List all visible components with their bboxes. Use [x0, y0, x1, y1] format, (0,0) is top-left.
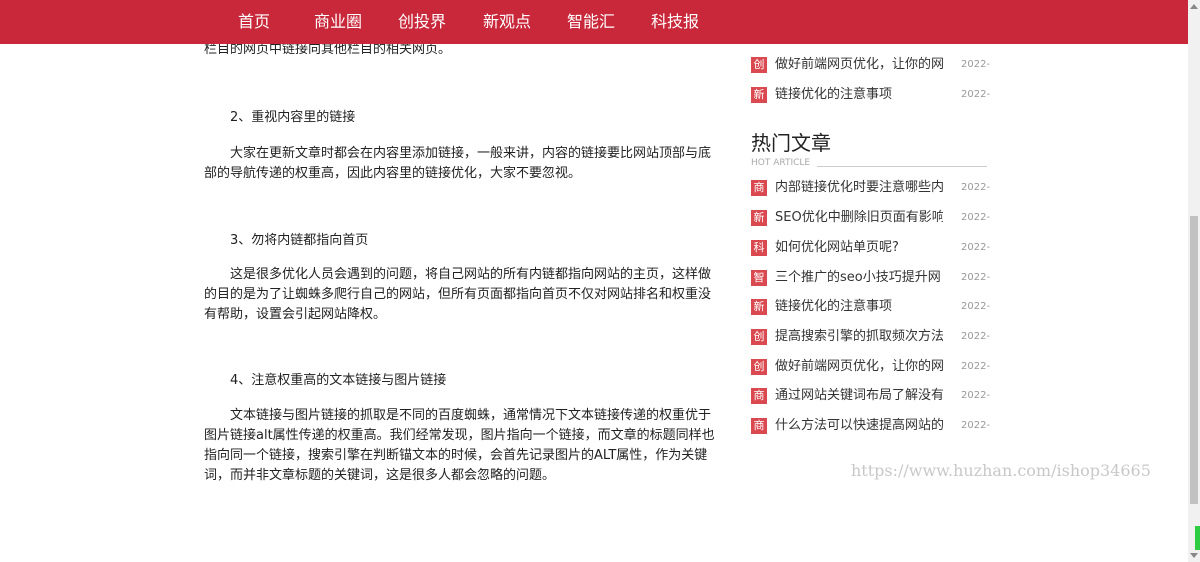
article-link-title[interactable]: 提高搜索引擎的抓取频次方法 [775, 327, 943, 347]
hot-article-item[interactable]: 商 内部链接优化时要注意哪些内 2022- [751, 178, 991, 198]
article-date: 2022- [961, 212, 991, 223]
edge-indicator [1195, 526, 1200, 550]
article-link-title[interactable]: 链接优化的注意事项 [775, 85, 943, 105]
top-nav-bar: 首页 商业圈 创投界 新观点 智能汇 科技报 [0, 0, 1188, 44]
category-badge: 商 [751, 388, 767, 404]
category-badge: 商 [751, 418, 767, 434]
section-paragraph-3: 这是很多优化人员会遇到的问题，将自己网站的所有内链都指向网站的主页，这样做的目的… [204, 267, 712, 322]
article-date: 2022- [961, 89, 991, 100]
section-heading-4: 4、注意权重高的文本链接与图片链接 [230, 373, 447, 388]
category-badge: 创 [751, 57, 767, 73]
category-badge: 新 [751, 210, 767, 226]
hot-article-item[interactable]: 商 通过网站关键词布局了解没有 2022- [751, 386, 991, 406]
nav-item-smart[interactable]: 智能汇 [567, 0, 615, 44]
nav-item-home[interactable]: 首页 [238, 0, 270, 44]
article-date: 2022- [961, 301, 991, 312]
article-link-title[interactable]: 做好前端网页优化，让你的网 [775, 55, 943, 75]
article-date: 2022- [961, 420, 991, 431]
hot-article-item[interactable]: 创 提高搜索引擎的抓取频次方法 2022- [751, 327, 991, 347]
nav-item-tech[interactable]: 科技报 [651, 0, 699, 44]
watermark-url: https://www.huzhan.com/ishop34665 [851, 461, 1151, 480]
article-link-title[interactable]: 做好前端网页优化，让你的网 [775, 357, 943, 377]
category-badge: 新 [751, 87, 767, 103]
section-heading-2: 2、重视内容里的链接 [230, 110, 356, 125]
article-date: 2022- [961, 272, 991, 283]
vertical-scrollbar[interactable] [1188, 0, 1200, 562]
category-badge: 创 [751, 359, 767, 375]
category-badge: 科 [751, 240, 767, 256]
scroll-up-arrow-icon[interactable] [1190, 4, 1198, 9]
section-paragraph-4: 文本链接与图片链接的抓取是不同的百度蜘蛛，通常情况下文本链接传递的权重优于图片链… [204, 408, 715, 483]
article-date: 2022- [961, 331, 991, 342]
article-date: 2022- [961, 182, 991, 193]
nav-item-business[interactable]: 商业圈 [314, 0, 362, 44]
category-badge: 创 [751, 329, 767, 345]
article-date: 2022- [961, 390, 991, 401]
nav-item-venture[interactable]: 创投界 [398, 0, 446, 44]
section-heading-3: 3、勿将内链都指向首页 [230, 233, 369, 248]
recent-article-item[interactable]: 新 链接优化的注意事项 2022- [751, 85, 991, 105]
article-link-title[interactable]: 如何优化网站单页呢? [775, 238, 943, 258]
hot-article-item[interactable]: 新 SEO优化中删除旧页面有影响 2022- [751, 208, 991, 228]
article-date: 2022- [961, 361, 991, 372]
category-badge: 智 [751, 270, 767, 286]
scroll-thumb[interactable] [1190, 216, 1198, 504]
category-badge: 新 [751, 299, 767, 315]
hot-article-item[interactable]: 商 什么方法可以快速提高网站的 2022- [751, 416, 991, 436]
category-badge: 商 [751, 180, 767, 196]
heading-divider [817, 166, 987, 167]
hot-articles-heading: 热门文章 [751, 131, 831, 155]
article-link-title[interactable]: 通过网站关键词布局了解没有 [775, 386, 943, 406]
article-link-title[interactable]: 链接优化的注意事项 [775, 297, 943, 317]
hot-articles-subheading: HOT ARTICLE [751, 158, 811, 168]
article-link-title[interactable]: 内部链接优化时要注意哪些内 [775, 178, 943, 198]
article-date: 2022- [961, 59, 991, 70]
article-link-title[interactable]: 什么方法可以快速提高网站的 [775, 416, 943, 436]
hot-article-item[interactable]: 创 做好前端网页优化，让你的网 2022- [751, 357, 991, 377]
article-link-title[interactable]: SEO优化中删除旧页面有影响 [775, 208, 943, 228]
scroll-down-arrow-icon[interactable] [1190, 553, 1198, 558]
article-date: 2022- [961, 242, 991, 253]
hot-article-item[interactable]: 智 三个推广的seo小技巧提升网 2022- [751, 268, 991, 288]
hot-article-item[interactable]: 科 如何优化网站单页呢? 2022- [751, 238, 991, 258]
article-link-title[interactable]: 三个推广的seo小技巧提升网 [775, 268, 943, 288]
nav-item-viewpoints[interactable]: 新观点 [483, 0, 531, 44]
recent-article-item[interactable]: 创 做好前端网页优化，让你的网 2022- [751, 55, 991, 75]
hot-article-item[interactable]: 新 链接优化的注意事项 2022- [751, 297, 991, 317]
section-paragraph-2: 大家在更新文章时都会在内容里添加链接，一般来讲，内容的链接要比网站顶部与底部的导… [204, 146, 712, 181]
